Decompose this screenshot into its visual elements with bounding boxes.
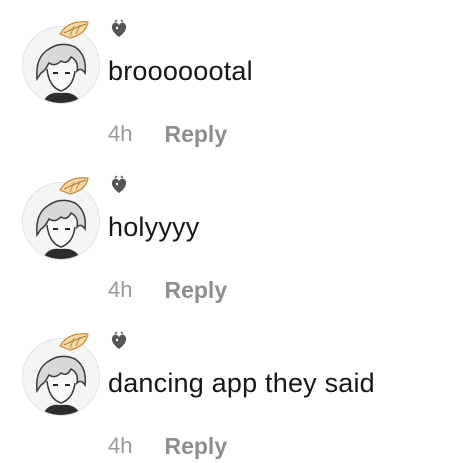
reply-button[interactable]: Reply: [164, 433, 227, 460]
heart-badge-icon[interactable]: [108, 330, 130, 352]
heart-badge-icon[interactable]: [108, 18, 130, 40]
timestamp: 4h: [108, 277, 133, 302]
comment-item: brooooootal 4h Reply: [0, 12, 457, 162]
reply-button[interactable]: Reply: [164, 121, 227, 148]
comment-meta: 4h Reply: [108, 431, 227, 461]
comment-text: holyyyy: [108, 212, 200, 242]
comment-list: brooooootal 4h Reply holyyyy 4h Reply da…: [0, 0, 457, 463]
comment-meta: 4h Reply: [108, 275, 227, 305]
comment-text: dancing app they said: [108, 368, 375, 398]
comment-meta: 4h Reply: [108, 119, 227, 149]
comment-text: brooooootal: [108, 56, 253, 86]
leaf-sticker-icon: [58, 18, 94, 42]
reply-button[interactable]: Reply: [164, 277, 227, 304]
timestamp: 4h: [108, 433, 133, 458]
comment-item: holyyyy 4h Reply: [0, 168, 457, 318]
timestamp: 4h: [108, 121, 133, 146]
comment-item: dancing app they said 4h Reply: [0, 324, 457, 463]
leaf-sticker-icon: [58, 330, 94, 354]
leaf-sticker-icon: [58, 174, 94, 198]
heart-badge-icon[interactable]: [108, 174, 130, 196]
